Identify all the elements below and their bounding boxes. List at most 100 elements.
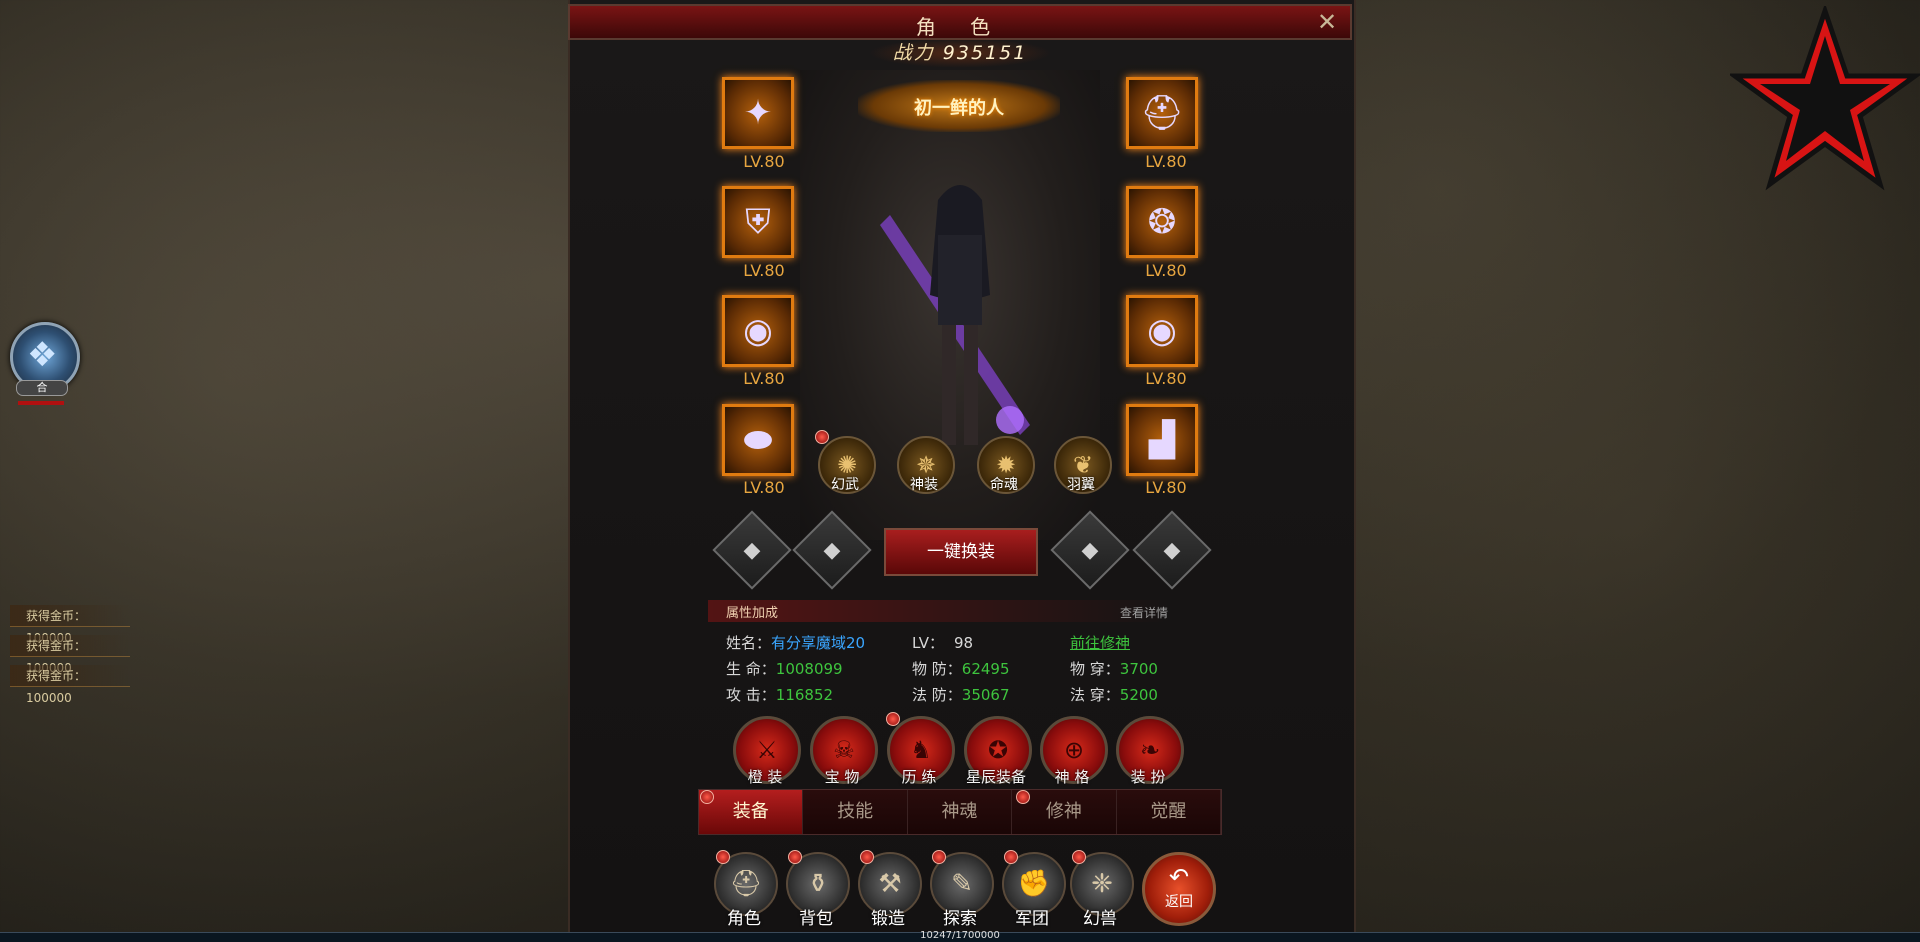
- necklace-icon: ❂: [1147, 202, 1177, 242]
- notification-dot: [1016, 790, 1030, 804]
- attr-level: LV： 98: [912, 632, 973, 653]
- equip-slot-ring-right[interactable]: ◉: [1126, 295, 1198, 367]
- attr-value: 1008099: [775, 660, 843, 678]
- equip-slot-ring-left[interactable]: ◉: [722, 295, 794, 367]
- tab-divine-soul[interactable]: 神魂: [908, 790, 1013, 834]
- orb-label: 羽翼: [1067, 477, 1095, 493]
- attr-label: 生 命：: [726, 660, 776, 678]
- attr-physical-penetration: 物 穿：3700: [1070, 658, 1158, 679]
- orb-label: 神装: [910, 477, 938, 493]
- equip-level: LV.80: [1145, 369, 1187, 388]
- cultivate-link[interactable]: 前往修神: [1070, 632, 1130, 653]
- pet-icon: ❖: [27, 335, 58, 375]
- back-label: 返回: [1165, 894, 1193, 910]
- sword-icon: ✦: [743, 93, 773, 133]
- ring-icon: ◉: [743, 311, 773, 351]
- back-button[interactable]: ↶ 返回: [1142, 852, 1216, 926]
- pet-merge-badge[interactable]: 合: [16, 380, 68, 396]
- pet-hp-bar: [18, 401, 64, 405]
- attr-label: 攻 击：: [726, 686, 776, 704]
- attr-value: 5200: [1119, 686, 1158, 704]
- notification-dot: [815, 430, 829, 444]
- attr-label: 物 防：: [912, 660, 962, 678]
- close-icon[interactable]: ✕: [1314, 9, 1340, 35]
- nav-label: 幻兽: [1083, 909, 1117, 929]
- attr-label: 法 穿：: [1070, 686, 1120, 704]
- character-model: [860, 175, 1060, 475]
- equip-level: LV.80: [743, 369, 785, 388]
- nav-label: 锻造: [871, 909, 905, 929]
- nav-label: 探索: [943, 909, 977, 929]
- gem-icon: ◆: [823, 537, 841, 563]
- cultivate-link-text: 前往修神: [1070, 634, 1131, 652]
- armor-icon: ⛨: [745, 202, 771, 242]
- attr-value: 98: [953, 634, 974, 652]
- attr-value: 35067: [961, 686, 1010, 704]
- view-details-link[interactable]: 查看详情: [1120, 604, 1168, 621]
- equip-level: LV.80: [743, 261, 785, 280]
- return-arrow-icon: ↶: [1168, 863, 1190, 891]
- nav-label: 军团: [1015, 909, 1049, 929]
- boots-icon: ▟: [1148, 420, 1176, 460]
- notification-dot: [700, 790, 714, 804]
- title-banner: 初一鲜的人: [858, 80, 1060, 132]
- notification-dot: [1004, 850, 1018, 864]
- panel-titlebar: 角 色 ✕: [568, 4, 1352, 40]
- attr-magic-defense: 法 防：35067: [912, 684, 1010, 705]
- equip-level: LV.80: [743, 152, 785, 171]
- attr-value: 116852: [775, 686, 834, 704]
- equip-level: LV.80: [1145, 261, 1187, 280]
- gem-icon: ◆: [1163, 537, 1181, 563]
- combat-power: 战力 935151: [868, 38, 1052, 68]
- attr-label: 物 穿：: [1070, 660, 1120, 678]
- tab-skills[interactable]: 技能: [803, 790, 908, 834]
- belt-icon: ⬬: [743, 420, 773, 460]
- nav-label: 角色: [727, 909, 761, 929]
- attr-value: 有分享魔域20: [771, 634, 866, 652]
- notification-dot: [788, 850, 802, 864]
- attr-magic-penetration: 法 穿：5200: [1070, 684, 1158, 705]
- notification-dot: [1072, 850, 1086, 864]
- experience-text: 10247/1700000: [920, 930, 1000, 941]
- title-banner-text: 初一鲜的人: [914, 98, 1004, 119]
- equip-slot-belt[interactable]: ⬬: [722, 404, 794, 476]
- nav-label: 背包: [799, 909, 833, 929]
- attributes-header: 属性加成 查看详情: [708, 600, 1168, 622]
- equip-level: LV.80: [743, 478, 785, 497]
- equip-level: LV.80: [1145, 152, 1187, 171]
- attr-name: 姓名：有分享魔域20: [726, 632, 865, 653]
- site-logo: [1727, 3, 1920, 191]
- attr-label: 法 防：: [912, 686, 962, 704]
- equip-level: LV.80: [1145, 478, 1187, 497]
- attr-hp: 生 命：1008099: [726, 658, 843, 679]
- tab-awakening[interactable]: 觉醒: [1117, 790, 1222, 834]
- loot-message: 获得金币：100000: [10, 665, 130, 705]
- equip-slot-helmet[interactable]: ⛑: [1126, 77, 1198, 149]
- one-click-equip-button[interactable]: 一键换装: [884, 528, 1038, 576]
- equip-slot-necklace[interactable]: ❂: [1126, 186, 1198, 258]
- attr-value: 3700: [1119, 660, 1158, 678]
- notification-dot: [886, 712, 900, 726]
- orb-label: 命魂: [990, 477, 1018, 493]
- tab-equipment[interactable]: 装备: [699, 790, 804, 834]
- loot-message: 获得金币：100000: [10, 635, 130, 675]
- panel-tabs: 装备 技能 神魂 修神 觉醒: [698, 789, 1222, 835]
- combat-power-value: 935151: [942, 42, 1028, 64]
- helmet-icon: ⛑: [1140, 93, 1184, 133]
- equip-slot-armor[interactable]: ⛨: [722, 186, 794, 258]
- attr-value: 62495: [961, 660, 1010, 678]
- equip-slot-boots[interactable]: ▟: [1126, 404, 1198, 476]
- attr-label: 姓名：: [726, 634, 772, 652]
- equip-slot-weapon[interactable]: ✦: [722, 77, 794, 149]
- gem-icon: ◆: [743, 537, 761, 563]
- combat-power-label: 战力: [892, 42, 935, 64]
- notification-dot: [716, 850, 730, 864]
- red-button-label: 装 扮: [1130, 768, 1166, 786]
- orb-label: 幻武: [831, 477, 859, 493]
- ring-icon: ◉: [1147, 311, 1177, 351]
- panel-title: 角 色: [915, 15, 1005, 39]
- attr-label: LV：: [912, 634, 944, 652]
- notification-dot: [860, 850, 874, 864]
- attributes-title: 属性加成: [726, 606, 779, 621]
- loot-message: 获得金币：100000: [10, 605, 130, 645]
